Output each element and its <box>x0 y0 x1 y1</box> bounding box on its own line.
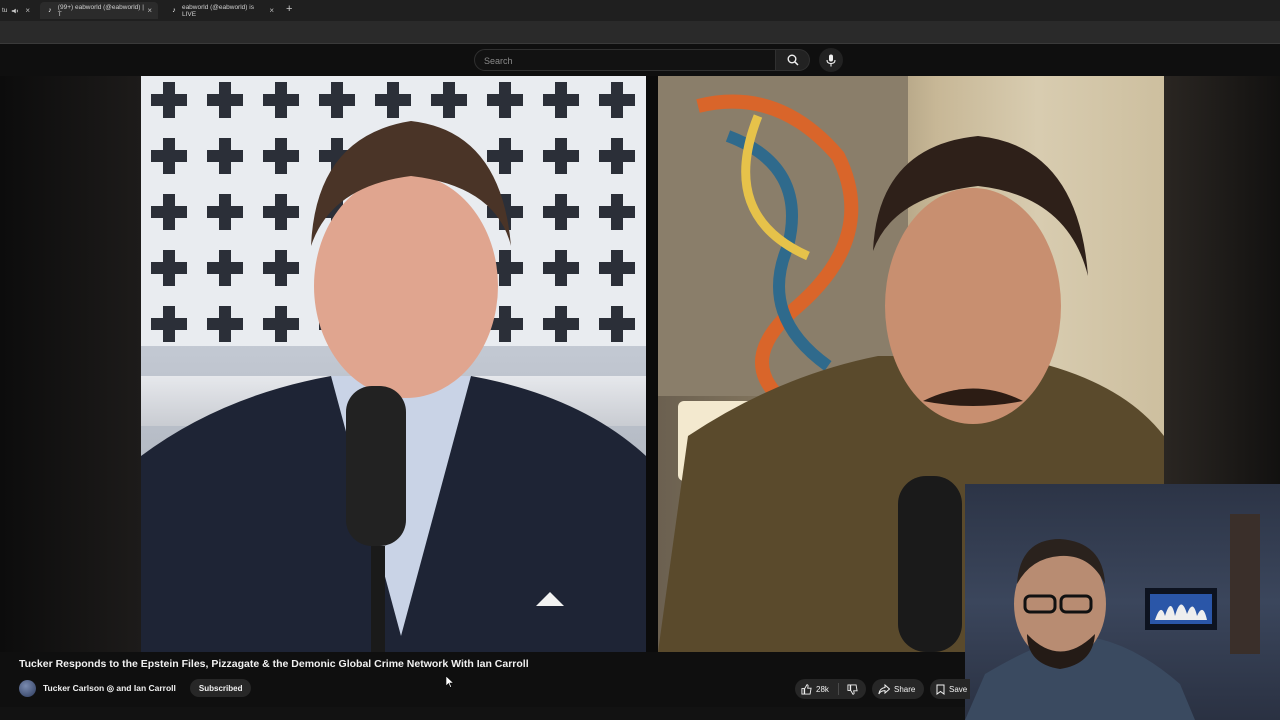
subscribe-button[interactable]: Subscribed <box>189 679 252 697</box>
panel-divider <box>646 76 658 652</box>
host-figure <box>141 121 646 652</box>
close-tab-icon[interactable]: × <box>25 6 30 15</box>
search-button[interactable] <box>776 49 810 71</box>
like-dislike-group: 28k <box>795 679 866 699</box>
thumbs-down-icon <box>847 683 858 695</box>
channel-row: Tucker Carlson ◎ and Ian Carroll Subscri… <box>19 679 252 697</box>
new-tab-button[interactable]: + <box>286 3 292 15</box>
tab-title: eabworld (@eabworld) is LIVE <box>181 3 254 18</box>
tab-title: (99+) eabworld (@eabworld) | T <box>57 3 144 18</box>
browser-toolbar <box>0 21 1280 43</box>
bookmark-icon <box>936 684 945 695</box>
like-count: 28k <box>816 684 829 694</box>
browser-tab-strip: tu × ♪ (99+) eabworld (@eabworld) | T × … <box>0 0 1280 21</box>
share-label: Share <box>894 684 916 694</box>
save-label: Save <box>949 684 968 694</box>
share-button[interactable]: Share <box>872 679 924 699</box>
description-preview <box>0 707 965 720</box>
search-box[interactable] <box>474 49 776 72</box>
save-button[interactable]: Save <box>930 679 970 699</box>
speaker-icon[interactable] <box>11 7 19 15</box>
tiktok-icon: ♪ <box>172 7 176 14</box>
search-input[interactable] <box>475 50 766 72</box>
browser-tab-active[interactable]: ♪ (99+) eabworld (@eabworld) | T × <box>40 2 158 19</box>
video-title: Tucker Responds to the Epstein Files, Pi… <box>19 658 529 670</box>
thumbs-up-icon <box>801 683 812 695</box>
channel-name[interactable]: Tucker Carlson ◎ and Ian Carroll <box>43 683 176 694</box>
like-button[interactable]: 28k <box>795 679 838 699</box>
close-tab-icon[interactable]: × <box>147 6 152 15</box>
search-icon <box>787 54 799 66</box>
mouse-cursor-icon <box>446 676 454 688</box>
share-icon <box>878 683 890 694</box>
video-panel-host <box>141 76 646 652</box>
close-tab-icon[interactable]: × <box>269 6 274 15</box>
video-letterbox-right <box>1164 76 1280 484</box>
webcam-overlay <box>965 484 1280 720</box>
browser-tab[interactable]: ♪ eabworld (@eabworld) is LIVE × <box>164 2 280 19</box>
voice-search-button[interactable] <box>819 48 843 72</box>
mic-icon <box>826 54 836 66</box>
dislike-button[interactable] <box>839 679 866 699</box>
video-letterbox-left <box>0 76 141 652</box>
tab-title: tu <box>2 7 8 14</box>
streamer-figure <box>965 514 1260 720</box>
avatar[interactable] <box>19 679 36 697</box>
browser-tab[interactable]: tu × <box>0 2 36 19</box>
tiktok-icon: ♪ <box>48 7 52 14</box>
